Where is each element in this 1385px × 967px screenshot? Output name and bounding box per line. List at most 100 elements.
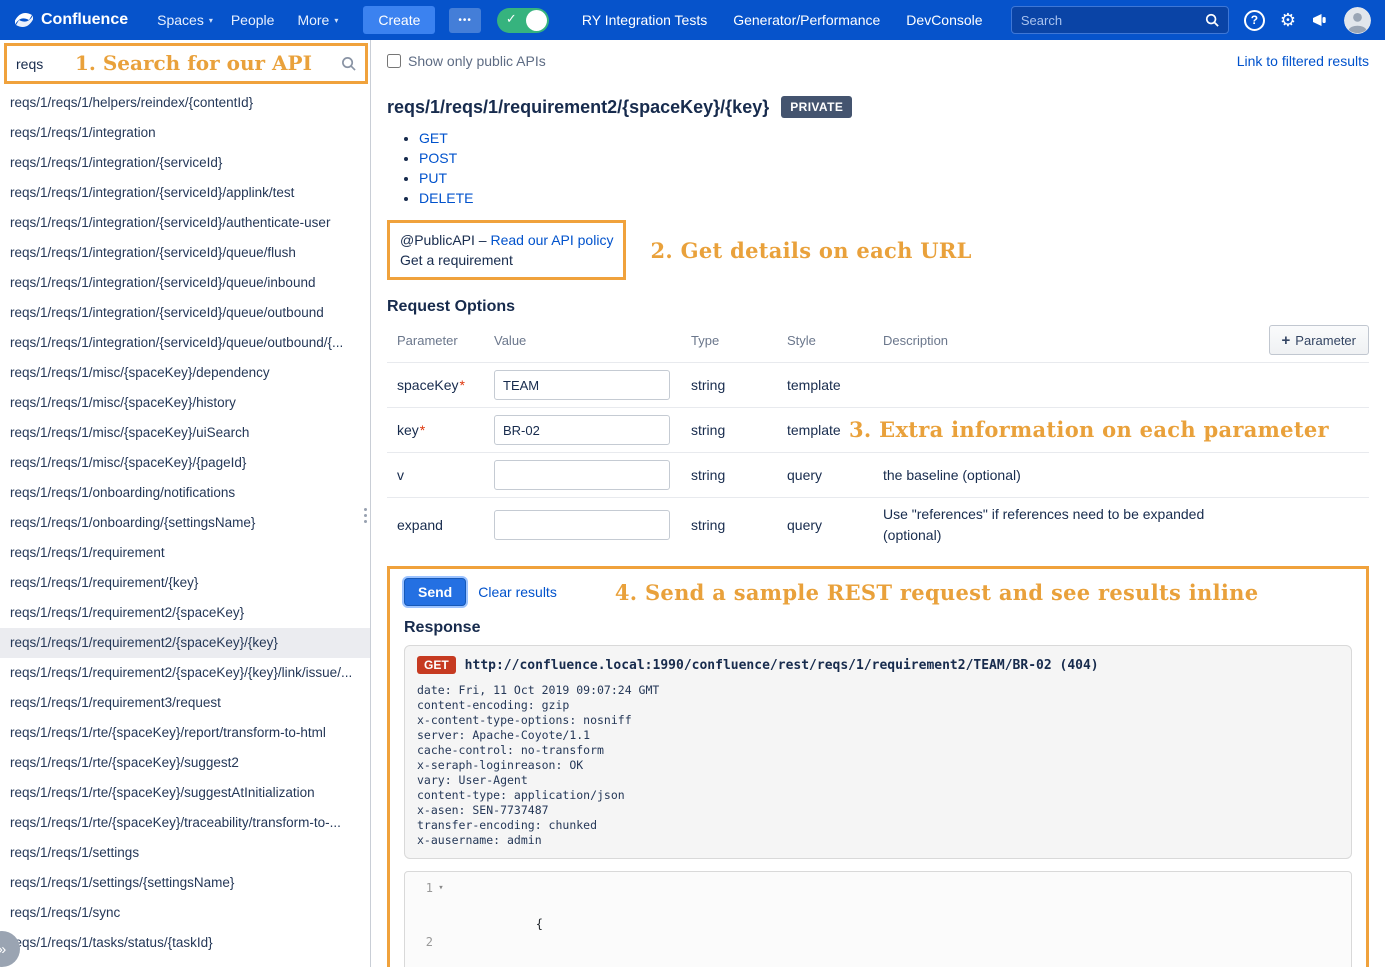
- request-panel: Send Clear results 4. Send a sample REST…: [387, 566, 1369, 967]
- parameter-value-input[interactable]: [494, 370, 670, 400]
- show-public-apis-label: Show only public APIs: [408, 53, 546, 69]
- announcement-icon[interactable]: [1311, 11, 1329, 29]
- parameter-style: query: [787, 517, 883, 533]
- api-path-item[interactable]: reqs/1/reqs/1/integration/{serviceId}: [0, 148, 370, 178]
- api-path-item[interactable]: reqs/1/reqs/1/requirement2/{spaceKey}/{k…: [0, 628, 370, 658]
- collapse-caret-icon[interactable]: ▾: [433, 879, 449, 933]
- nav-link[interactable]: Generator/Performance: [720, 12, 893, 28]
- parameter-name: v: [397, 467, 494, 483]
- plus-icon: +: [1282, 332, 1291, 349]
- api-policy-link[interactable]: Read our API policy: [490, 232, 613, 248]
- api-path-item[interactable]: reqs/1/reqs/1/tasks/status/{taskId}: [0, 928, 370, 958]
- method-link[interactable]: POST: [419, 150, 457, 166]
- parameter-name: expand: [397, 517, 494, 533]
- api-path-item[interactable]: reqs/1/reqs/1/onboarding/notifications: [0, 478, 370, 508]
- api-path-item[interactable]: reqs/1/reqs/1/misc/{spaceKey}/uiSearch: [0, 418, 370, 448]
- clear-results-link[interactable]: Clear results: [478, 584, 557, 600]
- nav-menu-item[interactable]: More ▾: [288, 12, 347, 28]
- parameter-value-input[interactable]: [494, 460, 670, 490]
- private-badge: PRIVATE: [781, 96, 852, 118]
- table-header-row: Parameter Value Type Style Description +…: [387, 318, 1369, 362]
- top-navbar: Confluence Spaces ▾ People More ▾ Crea: [0, 0, 1385, 40]
- confluence-logo[interactable]: Confluence: [14, 10, 128, 30]
- api-path-item[interactable]: reqs/1/reqs/1/requirement: [0, 538, 370, 568]
- link-to-filtered-results[interactable]: Link to filtered results: [1237, 53, 1369, 69]
- api-path-item[interactable]: reqs/1/reqs/1/integration/{serviceId}/au…: [0, 208, 370, 238]
- api-path-item[interactable]: reqs/1/reqs/1/rte/{spaceKey}/suggestAtIn…: [0, 778, 370, 808]
- api-path-item[interactable]: reqs/1/reqs/1/rte/{spaceKey}/suggest2: [0, 748, 370, 778]
- api-path-item[interactable]: reqs/1/reqs/1/rte/{spaceKey}/traceabilit…: [0, 808, 370, 838]
- request-options-heading: Request Options: [387, 298, 1369, 316]
- send-row: Send Clear results 4. Send a sample REST…: [404, 578, 1352, 606]
- public-api-toggle[interactable]: ✓: [497, 8, 549, 33]
- api-path-item[interactable]: reqs/1/reqs/1/integration/{serviceId}/qu…: [0, 328, 370, 358]
- help-icon[interactable]: ?: [1244, 10, 1265, 31]
- parameter-row: v string query the baseline (optional): [387, 452, 1369, 497]
- parameter-description: Use "references" if references need to b…: [883, 498, 1245, 552]
- navbar-right: ? ⚙: [1011, 6, 1371, 34]
- sidebar-resize-handle[interactable]: [362, 508, 369, 523]
- main-topbar: Show only public APIs Link to filtered r…: [387, 40, 1369, 82]
- method-link[interactable]: PUT: [419, 170, 447, 186]
- api-search-box: 1. Search for our API: [4, 43, 368, 84]
- response-header-line: content-encoding: gzip: [417, 698, 1339, 713]
- api-path-item[interactable]: reqs/1/reqs/1/integration/{serviceId}/qu…: [0, 268, 370, 298]
- api-path-item[interactable]: reqs/1/reqs/1/misc/{spaceKey}/history: [0, 388, 370, 418]
- parameter-row: expand string query Use "references" if …: [387, 497, 1369, 552]
- parameter-rows: spaceKey* string template key* string te…: [387, 362, 1369, 552]
- check-icon: ✓: [506, 11, 517, 27]
- gear-icon[interactable]: ⚙: [1280, 11, 1296, 29]
- add-parameter-button[interactable]: + Parameter: [1269, 325, 1369, 355]
- parameter-type: string: [691, 517, 787, 533]
- api-path-item[interactable]: reqs/1/reqs/1/integration/{serviceId}/qu…: [0, 298, 370, 328]
- method-list: GET POST PUT DELETE: [419, 128, 1369, 208]
- api-path-item[interactable]: reqs/1/reqs/1/requirement/{key}: [0, 568, 370, 598]
- api-path-item[interactable]: reqs/1/reqs/1/tasks/status/{taskId}/page…: [0, 958, 370, 967]
- api-path-item[interactable]: reqs/1/reqs/1/requirement2/{spaceKey}/{k…: [0, 658, 370, 688]
- api-path-item[interactable]: reqs/1/reqs/1/requirement3/request: [0, 688, 370, 718]
- nav-link[interactable]: RY Integration Tests: [569, 12, 720, 28]
- create-button[interactable]: Create: [363, 6, 435, 34]
- search-icon: [1205, 13, 1219, 27]
- json-line: 1 ▾ {: [409, 879, 1341, 933]
- api-path-list: reqs/1/reqs/1/helpers/reindex/{contentId…: [0, 88, 370, 967]
- parameter-value-input[interactable]: [494, 510, 670, 540]
- api-search-input[interactable]: [16, 56, 68, 72]
- json-line-content: "message": "null for uri: http://conflue…: [449, 933, 1345, 967]
- api-path-item[interactable]: reqs/1/reqs/1/integration: [0, 118, 370, 148]
- collapse-caret-icon[interactable]: [433, 933, 449, 967]
- api-path-item[interactable]: reqs/1/reqs/1/misc/{spaceKey}/dependency: [0, 358, 370, 388]
- nav-menu-item[interactable]: People: [222, 12, 289, 28]
- more-actions-button[interactable]: •••: [449, 8, 481, 33]
- api-path-item[interactable]: reqs/1/reqs/1/sync: [0, 898, 370, 928]
- json-line-content: {: [449, 879, 550, 933]
- method-link[interactable]: GET: [419, 130, 448, 146]
- brand-name: Confluence: [41, 11, 128, 29]
- show-public-apis-checkbox[interactable]: [387, 54, 401, 68]
- api-path-item[interactable]: reqs/1/reqs/1/helpers/reindex/{contentId…: [0, 88, 370, 118]
- method-item: PUT: [419, 168, 1369, 188]
- nav-menu-item[interactable]: Spaces ▾: [148, 12, 222, 28]
- send-button[interactable]: Send: [404, 578, 466, 606]
- response-header-line: content-type: application/json: [417, 788, 1339, 803]
- request-options-table: Parameter Value Type Style Description +…: [387, 318, 1369, 552]
- chevron-down-icon: ▾: [334, 16, 338, 25]
- api-path-item[interactable]: reqs/1/reqs/1/rte/{spaceKey}/report/tran…: [0, 718, 370, 748]
- api-path-item[interactable]: reqs/1/reqs/1/misc/{spaceKey}/{pageId}: [0, 448, 370, 478]
- global-search-input[interactable]: [1021, 13, 1205, 28]
- main-content: Show only public APIs Link to filtered r…: [371, 40, 1385, 967]
- global-search[interactable]: [1011, 6, 1229, 34]
- api-path-item[interactable]: reqs/1/reqs/1/integration/{serviceId}/qu…: [0, 238, 370, 268]
- api-path-item[interactable]: reqs/1/reqs/1/requirement2/{spaceKey}: [0, 598, 370, 628]
- response-json: 1 ▾ { 2 "message": "null for uri: http:/…: [404, 871, 1352, 967]
- api-path-item[interactable]: reqs/1/reqs/1/settings: [0, 838, 370, 868]
- nav-link[interactable]: DevConsole: [893, 12, 995, 28]
- avatar[interactable]: [1344, 7, 1371, 34]
- api-path-item[interactable]: reqs/1/reqs/1/integration/{serviceId}/ap…: [0, 178, 370, 208]
- method-link[interactable]: DELETE: [419, 190, 473, 206]
- show-public-apis[interactable]: Show only public APIs: [387, 53, 546, 69]
- confluence-logo-icon: [14, 10, 34, 30]
- api-path-item[interactable]: reqs/1/reqs/1/onboarding/{settingsName}: [0, 508, 370, 538]
- api-path-item[interactable]: reqs/1/reqs/1/settings/{settingsName}: [0, 868, 370, 898]
- parameter-value-input[interactable]: [494, 415, 670, 445]
